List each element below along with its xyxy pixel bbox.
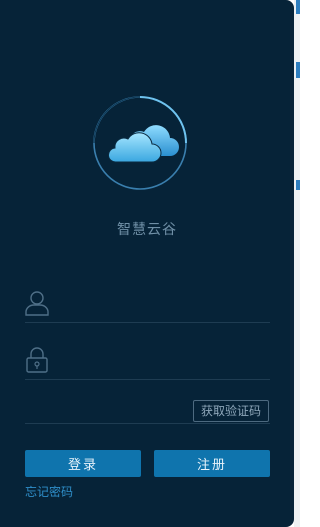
password-field[interactable] — [25, 345, 270, 380]
lock-icon — [25, 347, 49, 373]
background-app-mark — [296, 180, 300, 190]
background-app-mark — [296, 62, 300, 78]
username-input[interactable] — [59, 292, 263, 318]
forgot-password-link[interactable]: 忘记密码 — [25, 483, 73, 500]
user-icon — [25, 290, 49, 316]
cloud-icon — [93, 96, 187, 190]
background-app-mark — [296, 0, 300, 14]
app-screen: 智慧云谷 获取验证码 登录 注册 忘记密码 — [0, 0, 300, 527]
background-app-edge — [294, 0, 300, 527]
login-button[interactable]: 登录 — [25, 450, 141, 477]
logo — [92, 95, 188, 191]
password-input[interactable] — [59, 349, 263, 375]
register-button[interactable]: 注册 — [154, 450, 270, 477]
get-code-button[interactable]: 获取验证码 — [193, 400, 269, 422]
username-field[interactable] — [25, 288, 270, 323]
verification-code-input[interactable] — [25, 393, 189, 419]
login-panel: 智慧云谷 获取验证码 登录 注册 忘记密码 — [0, 0, 294, 527]
app-name: 智慧云谷 — [117, 222, 177, 238]
